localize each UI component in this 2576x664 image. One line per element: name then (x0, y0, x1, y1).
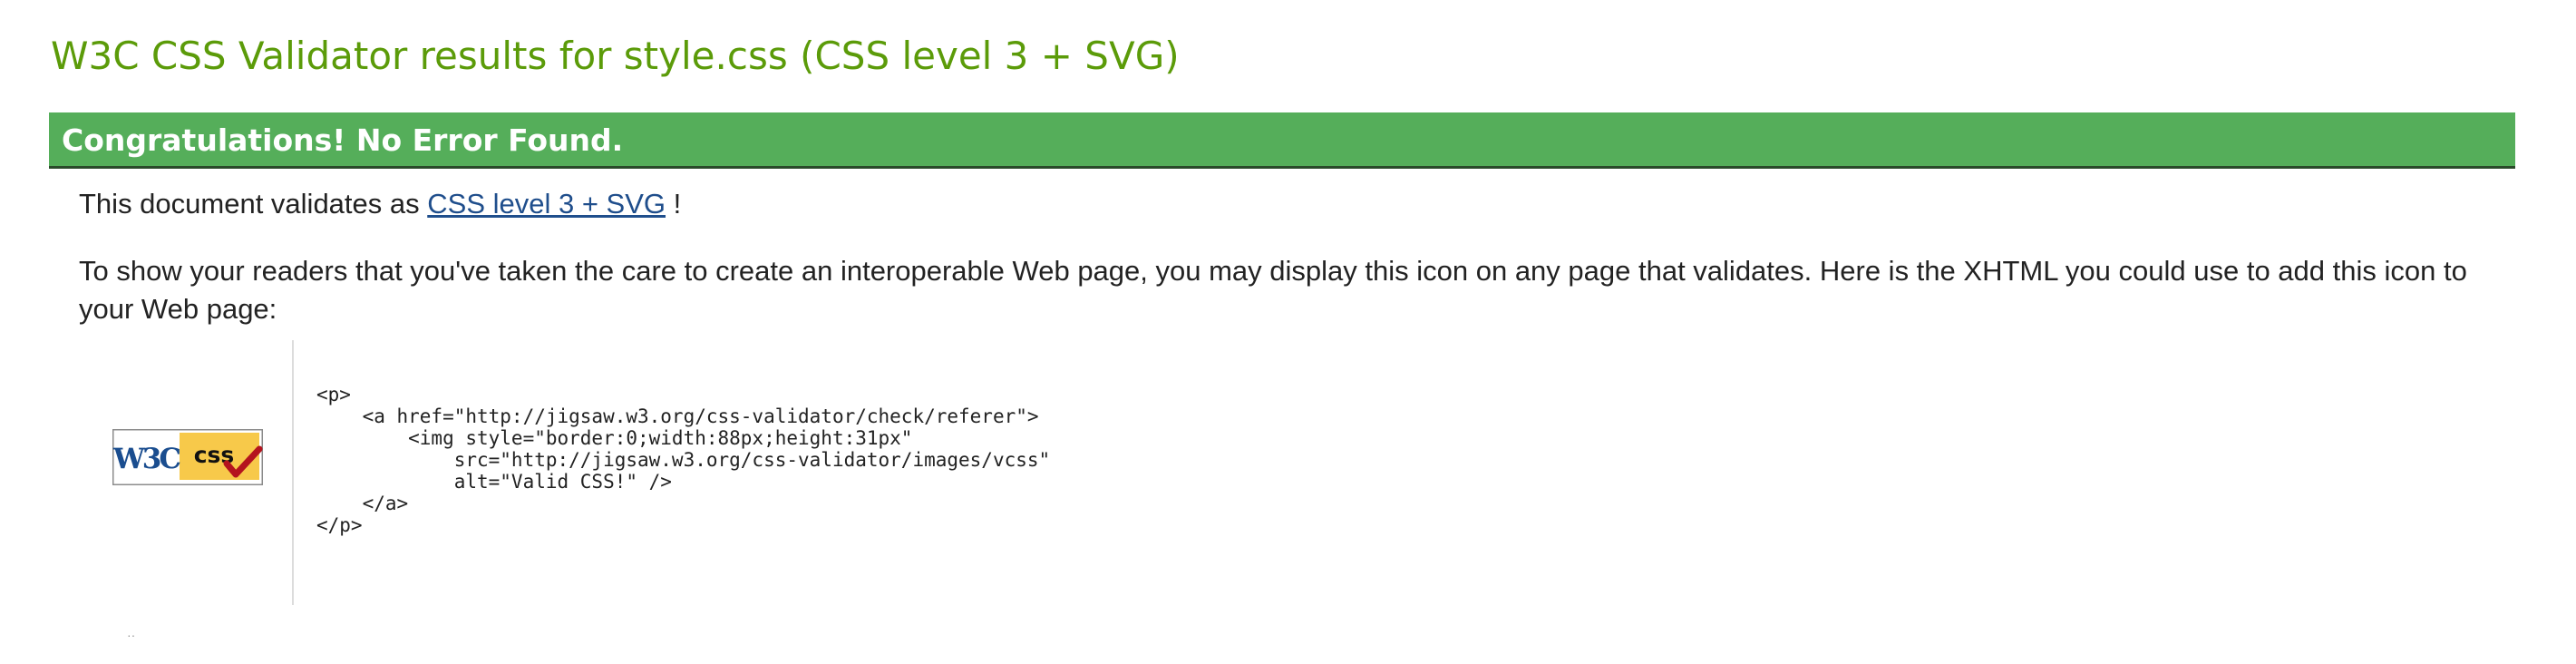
css-profile-link[interactable]: CSS level 3 + SVG (427, 188, 666, 220)
code-snippet: <p> <a href="http://jigsaw.w3.org/css-va… (316, 384, 1051, 536)
page-title: W3C CSS Validator results for style.css … (51, 34, 1180, 78)
badge-w3c-text: W3C (112, 443, 180, 475)
success-banner: Congratulations! No Error Found. (49, 112, 2515, 169)
validation-suffix: ! (666, 188, 682, 220)
icon-example: W3C css <p> <a href="http://jigsaw.w3.or… (79, 340, 2436, 605)
w3c-css-valid-icon: W3C css (112, 429, 263, 485)
icon-instructions: To show your readers that you've taken t… (79, 255, 2467, 325)
validator-results-page: W3C CSS Validator results for style.css … (0, 0, 2576, 664)
validation-statement: This document validates as CSS level 3 +… (79, 185, 681, 223)
icon-cell: W3C css (79, 340, 294, 605)
dots-mark: ·· (127, 628, 136, 642)
success-message: Congratulations! No Error Found. (62, 122, 624, 158)
validation-prefix: This document validates as (79, 188, 428, 220)
